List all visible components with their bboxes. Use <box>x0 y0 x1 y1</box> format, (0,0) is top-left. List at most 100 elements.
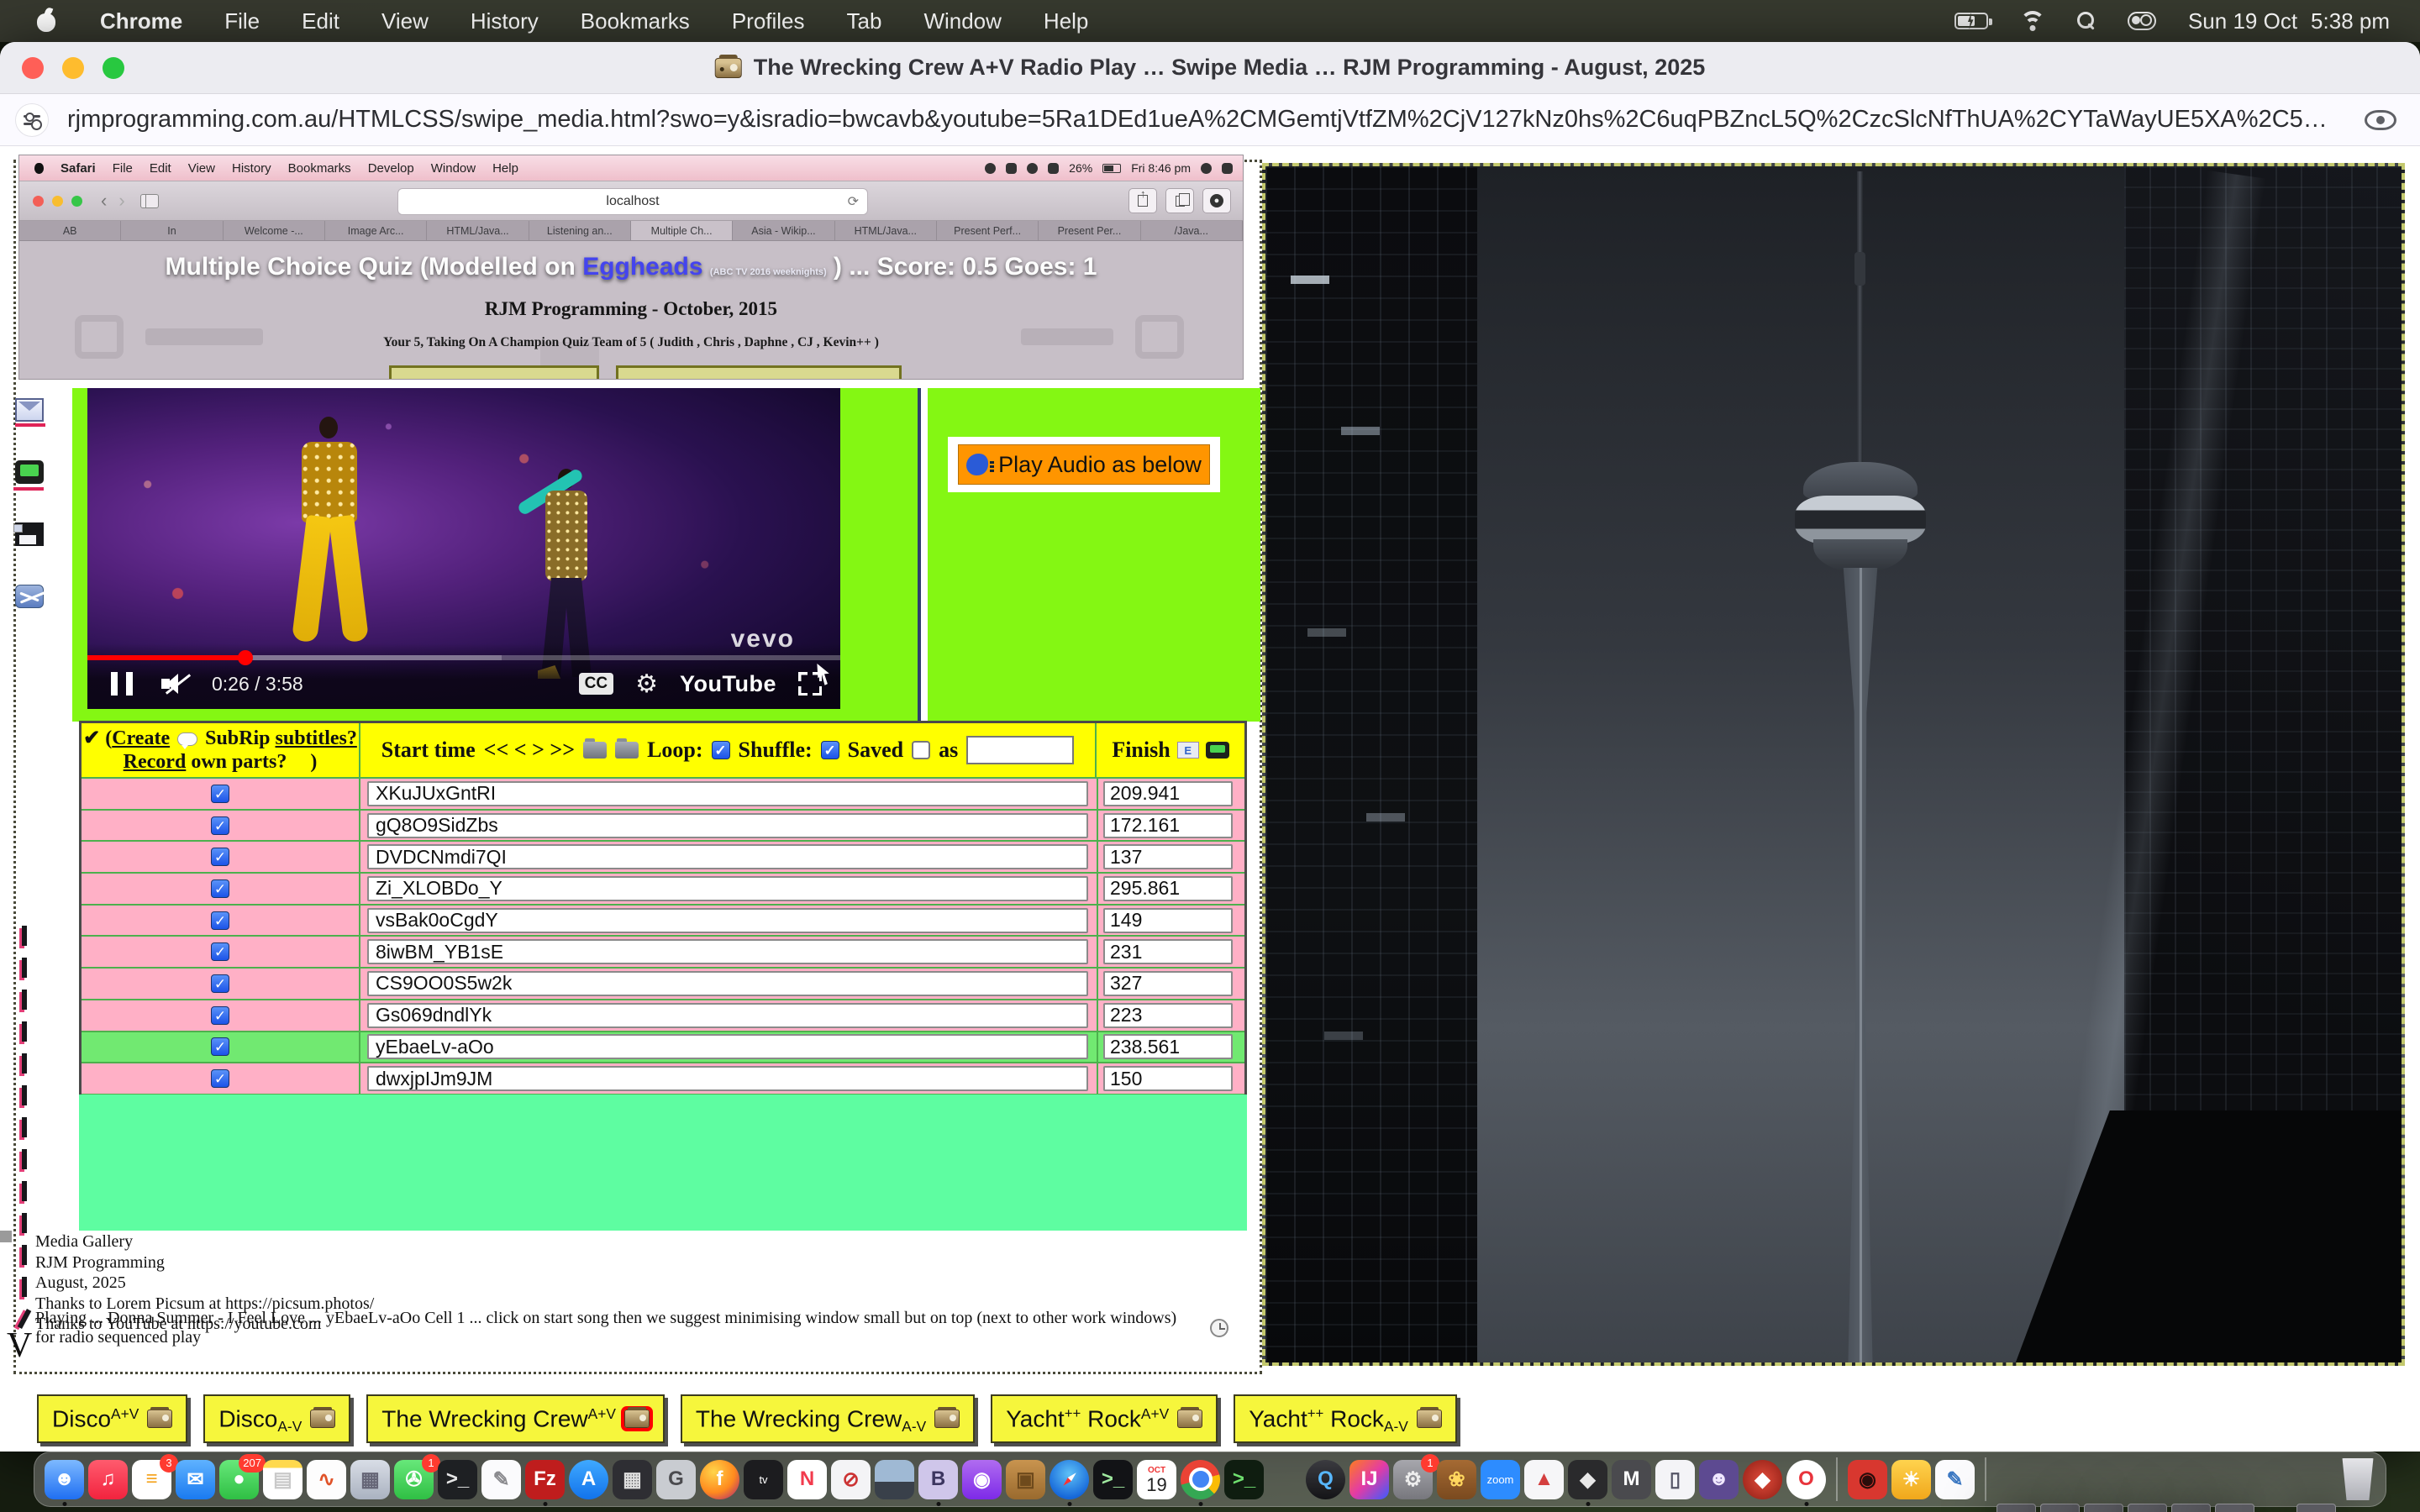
captions-button[interactable]: CC <box>579 673 613 695</box>
apple-menu-icon[interactable] <box>37 10 55 32</box>
finish-time-input[interactable] <box>1103 781 1233 806</box>
finder[interactable]: ☻ <box>45 1460 84 1499</box>
playlist-button[interactable]: The Wrecking CrewA-V <box>681 1394 975 1443</box>
video-id-input[interactable] <box>367 908 1088 933</box>
subtitles-link[interactable]: subtitles? <box>276 727 357 749</box>
contacts-brown[interactable]: ▣ <box>1006 1460 1045 1499</box>
menu-item[interactable]: Chrome <box>79 8 203 34</box>
video-progress-bar[interactable] <box>87 655 840 660</box>
window-title-bar[interactable]: The Wrecking Crew A+V Radio Play … Swipe… <box>0 42 2420 94</box>
row-checkbox[interactable] <box>211 911 229 930</box>
pause-button[interactable] <box>111 672 133 696</box>
ghost-app[interactable]: ☻ <box>1699 1460 1739 1499</box>
textedit[interactable]: ✎ <box>481 1460 521 1499</box>
row-checkbox[interactable] <box>211 816 229 835</box>
preview-wave[interactable]: ∿ <box>307 1460 346 1499</box>
mail[interactable]: ✉ <box>176 1460 215 1499</box>
paint-palette[interactable]: ❀ <box>1437 1460 1476 1499</box>
trash[interactable] <box>2340 1458 2375 1500</box>
menu-item[interactable]: Bookmarks <box>560 8 711 34</box>
wifi-icon[interactable] <box>2020 11 2045 31</box>
menu-item[interactable]: History <box>450 8 560 34</box>
finish-time-input[interactable] <box>1103 939 1233 964</box>
podcasts[interactable]: ◉ <box>962 1460 1002 1499</box>
compose-email-icon[interactable] <box>15 398 44 422</box>
zoom[interactable]: zoom <box>1481 1460 1520 1499</box>
menu-item[interactable]: Window <box>902 8 1022 34</box>
create-link[interactable]: Create <box>112 727 170 749</box>
finish-time-input[interactable] <box>1103 1034 1233 1059</box>
facetime[interactable]: ✇1 <box>394 1460 434 1499</box>
finish-time-input[interactable] <box>1103 876 1233 901</box>
no-sign[interactable]: ⊘ <box>831 1460 871 1499</box>
opera[interactable]: O <box>1786 1460 1826 1499</box>
calendar[interactable]: OCT19 <box>1137 1460 1176 1499</box>
minimize-button[interactable] <box>62 57 84 79</box>
menu-item[interactable]: Help <box>1023 8 1109 34</box>
youtube-logo[interactable]: YouTube <box>680 671 776 697</box>
bbedit[interactable]: B <box>918 1460 958 1499</box>
video-id-input[interactable] <box>367 781 1088 806</box>
photos-thumb[interactable] <box>875 1460 914 1499</box>
pager-icon[interactable] <box>15 460 44 484</box>
menu-item[interactable]: File <box>203 8 281 34</box>
playlist-button[interactable]: Yacht++ RockA+V <box>991 1394 1218 1443</box>
video-id-input[interactable] <box>367 1034 1088 1059</box>
playlist-button[interactable]: DiscoA+V <box>37 1394 187 1443</box>
finish-time-input[interactable] <box>1103 813 1233 838</box>
row-checkbox[interactable] <box>211 1069 229 1088</box>
finish-time-input[interactable] <box>1103 908 1233 933</box>
youtube-video-player[interactable]: vevo 0:26 / 3:58 CC ⚙ YouT <box>87 388 840 709</box>
menu-bar-clock[interactable]: Sun 19 Oct 5:38 pm <box>2188 8 2390 34</box>
spotlight-search-icon[interactable] <box>2077 12 2096 30</box>
minimized-window[interactable] <box>2171 1504 2211 1512</box>
row-checkbox[interactable] <box>211 1037 229 1056</box>
playlist-button[interactable]: Yacht++ RockA-V <box>1234 1394 1457 1443</box>
finish-time-input[interactable] <box>1103 971 1233 996</box>
inkscape[interactable]: ◆ <box>1568 1460 1607 1499</box>
video-id-input[interactable] <box>367 1003 1088 1028</box>
finish-time-input[interactable] <box>1103 1003 1233 1028</box>
filezilla[interactable]: Fz <box>525 1460 565 1499</box>
menu-item[interactable]: Profiles <box>711 8 826 34</box>
close-button[interactable] <box>22 57 44 79</box>
address-bar[interactable]: rjmprogramming.com.au/HTMLCSS/swipe_medi… <box>0 94 2420 146</box>
row-checkbox[interactable] <box>211 785 229 803</box>
pages-doc[interactable]: ✎ <box>1935 1460 1975 1499</box>
messages[interactable]: ●207 <box>219 1460 259 1499</box>
minimized-window[interactable] <box>2040 1504 2080 1512</box>
shuffle-checkbox[interactable] <box>821 741 839 759</box>
saved-as-input[interactable] <box>966 736 1074 764</box>
playlist-button[interactable]: DiscoA-V <box>203 1394 350 1443</box>
zoom-button[interactable] <box>103 57 124 79</box>
iphone-keypad[interactable]: ▦ <box>613 1460 652 1499</box>
video-id-input[interactable] <box>367 844 1088 869</box>
video-id-input[interactable] <box>367 1066 1088 1091</box>
m-app[interactable]: M <box>1612 1460 1651 1499</box>
card-index-icon[interactable] <box>1177 742 1199 759</box>
reminders[interactable]: ≡3 <box>132 1460 171 1499</box>
row-checkbox[interactable] <box>211 974 229 993</box>
terminal-2[interactable]: >_ <box>1093 1460 1133 1499</box>
eye-icon[interactable] <box>2365 110 2396 130</box>
music[interactable]: ♫ <box>88 1460 128 1499</box>
folder-icon[interactable] <box>583 742 607 759</box>
row-checkbox[interactable] <box>211 1006 229 1025</box>
gimp[interactable]: G <box>656 1460 696 1499</box>
menu-item[interactable]: View <box>360 8 450 34</box>
row-checkbox[interactable] <box>211 942 229 961</box>
apple-tv[interactable]: tv <box>744 1460 783 1499</box>
notes[interactable]: ▤ <box>263 1460 302 1499</box>
seek-arrows[interactable]: << < > >> <box>484 738 575 763</box>
finish-time-input[interactable] <box>1103 844 1233 869</box>
minimized-window[interactable] <box>2215 1504 2254 1512</box>
quicktime[interactable]: Q <box>1306 1460 1345 1499</box>
row-checkbox[interactable] <box>211 879 229 898</box>
app-store[interactable]: A <box>569 1460 608 1499</box>
folder-icon[interactable] <box>615 742 639 759</box>
news[interactable]: N <box>787 1460 827 1499</box>
terminal[interactable]: >_ <box>438 1460 477 1499</box>
muted-volume-icon[interactable] <box>161 672 190 696</box>
video-id-input[interactable] <box>367 876 1088 901</box>
minimized-window[interactable] <box>1996 1504 2036 1512</box>
